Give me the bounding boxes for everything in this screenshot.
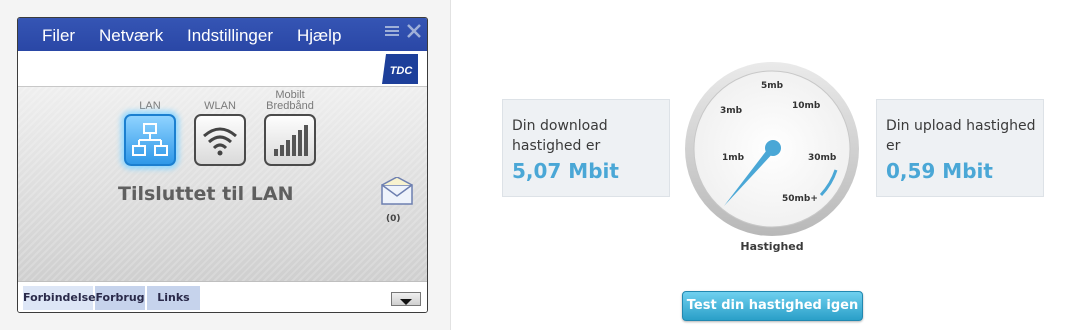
signal-bars-icon [274,125,308,156]
tick-label-30mb: 30mb [808,153,837,163]
tdc-logo: TDC [382,54,418,84]
app-window: Filer Netværk Indstillinger Hjælp TDC LA… [17,17,428,313]
wlan-button[interactable] [194,114,246,166]
tick-label-3mb: 3mb [720,106,743,116]
connection-panel: LAN WLAN Mobilt Bredbånd Tilsluttet til … [18,87,427,281]
network-icon [132,123,168,156]
triangle-down-icon [400,299,412,305]
tab-forbindelse[interactable]: Forbindelse [23,286,96,310]
test-speed-again-button[interactable]: Test din hastighed igen [682,291,863,321]
download-value: 5,07 Mbit [512,159,619,183]
gauge-hub [765,140,781,156]
gauge-caption: Hastighed [740,240,804,253]
mobile-broadband-button[interactable] [264,114,316,166]
tick-label-5mb: 5mb [761,81,784,91]
left-panel: Filer Netværk Indstillinger Hjælp TDC LA… [0,0,451,330]
tabbar: Forbindelse Forbrug Links [18,281,427,312]
speed-gauge: 1mb 3mb 5mb 10mb 30mb 50mb+ [684,61,860,237]
upload-box: Din upload hastighed er 0,59 Mbit [876,99,1044,197]
lan-button[interactable] [124,114,176,166]
minimize-icon[interactable] [384,23,400,39]
download-box: Din download hastighed er 5,07 Mbit [502,99,670,197]
wlan-label: WLAN [204,100,236,112]
lan-label: LAN [139,100,161,112]
dropdown-button[interactable] [391,292,421,306]
upload-label: Din upload hastighed er [886,118,1036,154]
message-count: (0) [386,214,401,224]
menu-indstillinger[interactable]: Indstillinger [187,26,273,46]
upload-value: 0,59 Mbit [886,159,993,183]
svg-text:TDC: TDC [390,65,414,77]
menu-netvaerk[interactable]: Netværk [99,26,163,46]
mail-icon[interactable] [380,176,414,205]
tick-label-1mb: 1mb [722,153,745,163]
connection-status: Tilsluttet til LAN [118,183,294,205]
download-label: Din download hastighed er [512,118,608,154]
menu-filer[interactable]: Filer [42,26,75,46]
menubar: Filer Netværk Indstillinger Hjælp [18,18,427,51]
tab-forbrug[interactable]: Forbrug [95,286,145,310]
wifi-icon [203,127,237,156]
tick-label-10mb: 10mb [792,101,821,111]
tick-label-50mb: 50mb+ [782,194,818,204]
logo-bar: TDC [18,51,427,87]
mobile-label-line2: Bredbånd [266,100,314,112]
tab-links[interactable]: Links [147,286,200,310]
close-icon[interactable] [406,23,422,39]
menu-hjaelp[interactable]: Hjælp [297,26,341,46]
